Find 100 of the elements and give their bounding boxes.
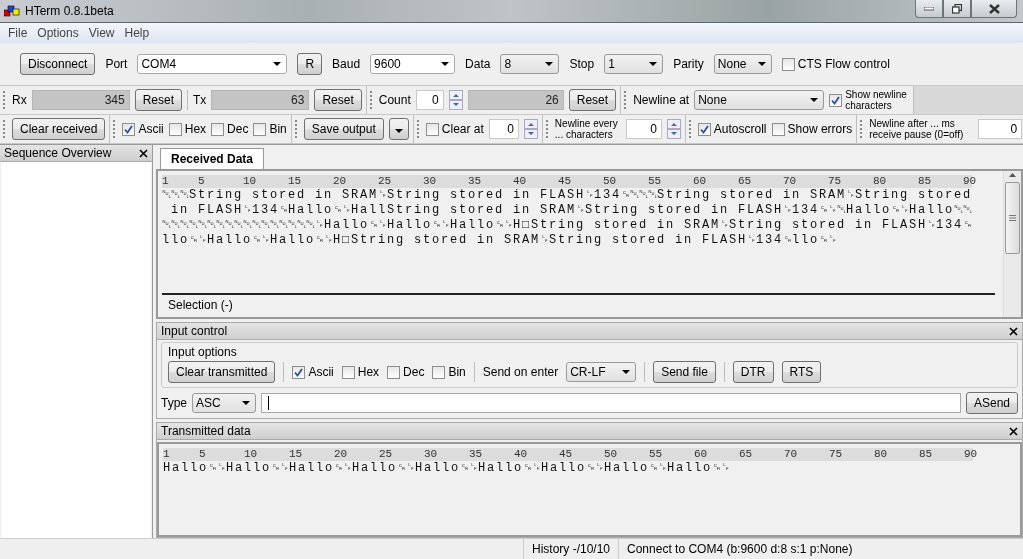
dtr-button[interactable]: DTR: [732, 361, 774, 383]
reset-button[interactable]: Reset: [568, 89, 617, 111]
checkbox-label: Show newline characters: [845, 89, 908, 111]
caret-icon: [545, 62, 554, 66]
caret-icon: [273, 62, 282, 66]
grip-handle[interactable]: [113, 120, 118, 138]
group-title: Input options: [168, 345, 237, 359]
field-label: Newline every ... characters: [554, 118, 619, 140]
app-icon: [4, 5, 20, 17]
send-button[interactable]: ASend: [965, 392, 1018, 414]
panel-title: Transmitted data: [161, 424, 251, 438]
close-icon[interactable]: [1009, 326, 1018, 336]
terminal-line: Hallo␍␊Hallo␍␊Hallo␍␊Hallo␍␊Hallo␍␊Hallo␍␊Hallo␍␊Hallo␍␊Hallo␍␊: [163, 461, 732, 476]
checkmark-icon: [294, 367, 304, 377]
close-icon[interactable]: [1009, 426, 1018, 436]
reset-button[interactable]: Reset: [134, 89, 183, 111]
rts-button[interactable]: RTS: [781, 361, 822, 383]
scroll-thumb[interactable]: [1005, 182, 1020, 254]
tab[interactable]: Received Data: [160, 148, 265, 169]
clear-transmitted-button[interactable]: Clear transmitted: [168, 361, 276, 383]
field-label: Rx: [12, 93, 27, 107]
data-dropdown[interactable]: 8: [500, 54, 560, 74]
checkbox[interactable]: [253, 122, 267, 136]
menu-item[interactable]: Help: [119, 26, 155, 40]
newline-after-field[interactable]: 0: [978, 119, 1023, 139]
spin-buttons-icon[interactable]: [448, 90, 463, 110]
checkbox[interactable]: [771, 122, 785, 136]
menu-item[interactable]: View: [83, 26, 120, 40]
save-options-button[interactable]: [388, 118, 409, 140]
panel-title: Sequence Overview: [4, 146, 112, 160]
port-dropdown[interactable]: COM4: [137, 54, 288, 74]
checkbox[interactable]: [697, 122, 711, 136]
minimize-button[interactable]: [915, 0, 943, 18]
caret-icon: [810, 98, 819, 102]
grip-handle[interactable]: [545, 120, 550, 138]
grip-handle[interactable]: [3, 120, 7, 138]
checkbox[interactable]: [829, 93, 843, 107]
type-dropdown[interactable]: ASC: [192, 393, 256, 413]
field-label: Stop: [569, 57, 595, 71]
spin-buttons-icon[interactable]: [523, 119, 538, 139]
close-button[interactable]: [971, 0, 1017, 18]
checkbox[interactable]: [425, 122, 439, 136]
caret-icon: [649, 62, 658, 66]
checkbox[interactable]: [292, 365, 306, 379]
checkbox-label: Show errors: [787, 122, 853, 136]
clear-at-field[interactable]: 0: [488, 119, 519, 139]
checkbox[interactable]: [387, 365, 401, 379]
checkbox-label: Ascii: [138, 122, 164, 136]
grip-handle[interactable]: [624, 91, 629, 109]
checkbox[interactable]: [432, 365, 446, 379]
grip-handle[interactable]: [688, 120, 693, 138]
reset-button[interactable]: Reset: [314, 89, 362, 111]
scroll-up-icon[interactable]: [1008, 171, 1017, 180]
disconnect-button[interactable]: Disconnect: [20, 53, 96, 75]
field-label: Baud: [332, 57, 361, 71]
grip-handle[interactable]: [860, 120, 865, 138]
checkbox-label: CTS Flow control: [797, 57, 890, 71]
field-label: Parity: [673, 57, 704, 71]
save-output-button[interactable]: Save output: [303, 118, 384, 140]
field-label: Send on enter: [482, 365, 559, 379]
status-text: Connect to COM4 (b:9600 d:8 s:1 p:None): [618, 539, 1023, 559]
count-field[interactable]: 0: [415, 90, 444, 110]
checkbox-label: Autoscroll: [713, 122, 767, 136]
caret-icon: [394, 129, 403, 133]
grip-handle[interactable]: [416, 120, 421, 138]
spin-buttons-icon[interactable]: [666, 119, 681, 139]
scrollbar[interactable]: [1003, 171, 1021, 317]
menu-item[interactable]: File: [3, 26, 33, 40]
grip-handle[interactable]: [369, 91, 374, 109]
checkbox[interactable]: [341, 365, 355, 379]
send-on-enter-dropdown[interactable]: CR-LF: [566, 362, 637, 382]
newline-every-field[interactable]: 0: [625, 119, 662, 139]
checkmark-icon: [831, 95, 841, 105]
parity-dropdown[interactable]: None: [713, 54, 772, 74]
field-label: Tx: [193, 93, 207, 107]
checkbox[interactable]: [168, 122, 182, 136]
field-label: Type: [161, 396, 187, 410]
status-text: History -/10/10: [523, 539, 619, 559]
stop-dropdown[interactable]: 1: [604, 54, 664, 74]
panel-title: Input control: [161, 324, 228, 338]
checkbox[interactable]: [781, 57, 795, 71]
grip-handle[interactable]: [294, 120, 299, 138]
checkbox[interactable]: [211, 122, 225, 136]
send-file-button[interactable]: Send file: [653, 361, 716, 383]
checkbox-label: Bin: [448, 365, 466, 379]
baud-dropdown[interactable]: 9600: [370, 54, 456, 74]
checkbox-label: Hex: [184, 122, 207, 136]
clear-received-button[interactable]: Clear received: [12, 118, 106, 140]
caret-icon: [622, 370, 631, 374]
field-label: Data: [465, 57, 491, 71]
newline-dropdown[interactable]: None: [694, 90, 825, 110]
input-field[interactable]: [261, 393, 961, 413]
field-label: Newline after ... ms receive pause (0=off): [869, 118, 965, 140]
refresh-button[interactable]: R: [297, 53, 323, 75]
grip-handle[interactable]: [3, 91, 7, 109]
close-icon[interactable]: [139, 148, 148, 158]
checkbox[interactable]: [122, 122, 136, 136]
restore-button[interactable]: [943, 0, 971, 18]
menu-item[interactable]: Options: [32, 26, 84, 40]
field-label: Count: [378, 93, 411, 107]
